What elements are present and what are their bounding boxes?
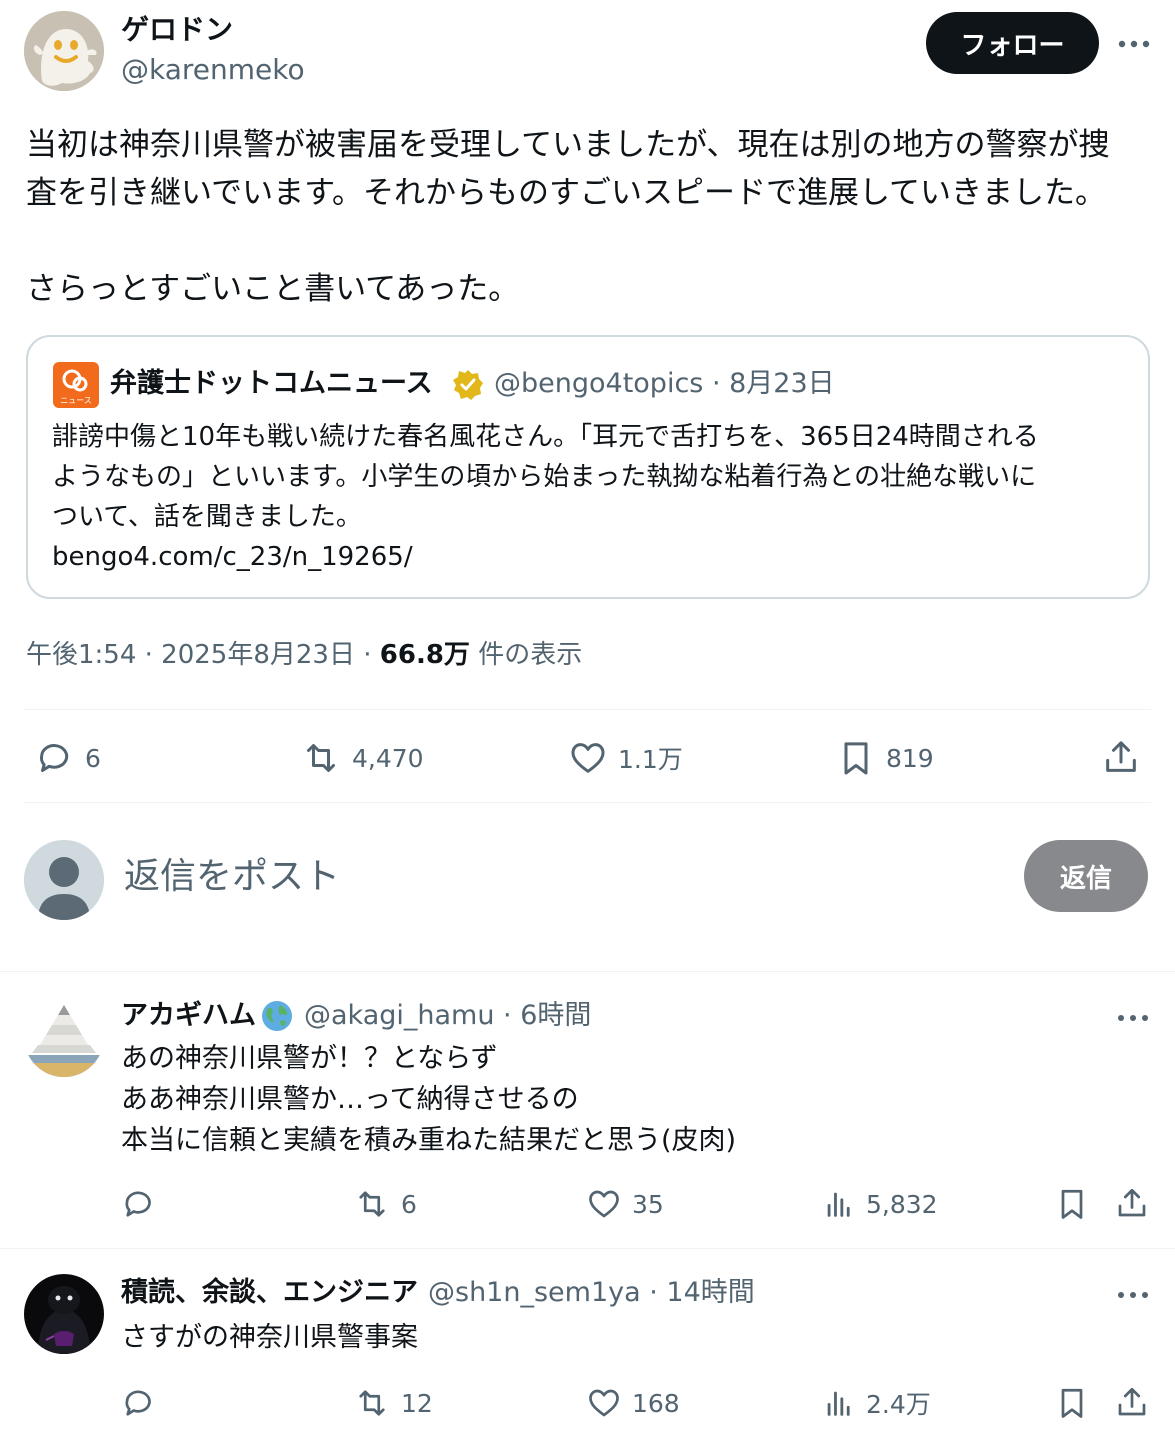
globe-emoji-icon [260, 999, 294, 1033]
quote-handle-date: @bengo4topics · 8月23日 [494, 368, 835, 399]
quote-avatar-caption: ニュース [60, 396, 92, 405]
views-icon [827, 1192, 850, 1217]
quote-author-name[interactable]: 弁護士ドットコムニュース [110, 367, 433, 401]
divider [24, 802, 1151, 803]
reply-author-name[interactable]: 積読、余談、エンジニア [121, 1276, 418, 1310]
repost-icon [359, 1191, 385, 1217]
views-count: 2.4万 [866, 1390, 931, 1419]
reply-tweet[interactable]: 積読、余談、エンジニア @sh1n_sem1ya · 14時間 さすがの神奈川県… [0, 1249, 1175, 1436]
repost-icon [359, 1390, 385, 1416]
reply-handle-time[interactable]: @akagi_hamu · 6時間 [304, 999, 591, 1033]
reply-avatar[interactable] [24, 997, 104, 1077]
more-icon[interactable] [1113, 1008, 1153, 1028]
reply-icon [40, 744, 69, 772]
more-icon[interactable] [1114, 34, 1154, 54]
timestamp-text[interactable]: 午後1:54 · 2025年8月23日 · [26, 640, 380, 670]
reply-icon [125, 1390, 151, 1416]
views-label: 件の表示 [469, 640, 583, 670]
author-name[interactable]: ゲロドン [121, 12, 233, 48]
repost-count: 6 [401, 1189, 417, 1219]
bookmark-count: 819 [886, 743, 934, 773]
repost-count: 4,470 [352, 743, 424, 773]
views-action[interactable]: 5,832 [822, 1186, 938, 1222]
author-avatar[interactable] [24, 11, 104, 91]
reply-count: 6 [85, 743, 101, 773]
share-icon[interactable] [1114, 1185, 1150, 1221]
share-icon[interactable] [1101, 737, 1141, 777]
reply-action[interactable] [121, 1385, 157, 1421]
repost-action[interactable]: 6 [353, 1186, 417, 1222]
divider [24, 709, 1151, 710]
repost-count: 12 [401, 1388, 433, 1418]
repost-icon [307, 744, 335, 772]
like-count: 35 [632, 1189, 664, 1219]
like-icon [589, 1389, 619, 1417]
share-icon[interactable] [1114, 1384, 1150, 1420]
views-count: 5,832 [866, 1189, 938, 1219]
author-handle[interactable]: @karenmeko [121, 52, 305, 88]
like-action[interactable]: 35 [586, 1186, 664, 1222]
quote-avatar[interactable]: ニュース [53, 362, 99, 408]
tweet-timestamp: 午後1:54 · 2025年8月23日 · 66.8万 件の表示 [26, 637, 582, 673]
bookmark-icon[interactable] [1054, 1385, 1090, 1421]
repost-action[interactable]: 12 [353, 1385, 433, 1421]
like-action[interactable]: 1.1万 [568, 738, 683, 778]
like-action[interactable]: 168 [586, 1385, 680, 1421]
bookmark-icon [844, 742, 868, 775]
bookmark-action[interactable]: 819 [836, 738, 934, 778]
my-avatar[interactable] [24, 840, 104, 920]
reply-icon [125, 1191, 151, 1217]
reply-tweet[interactable]: アカギハム @akagi_hamu · 6時間 あの神奈川県警が！？とならず あ… [0, 972, 1175, 1248]
repost-action[interactable]: 4,470 [300, 738, 424, 778]
reply-action[interactable] [121, 1186, 157, 1222]
reply-handle-time[interactable]: @sh1n_sem1ya · 14時間 [428, 1276, 755, 1310]
reply-header: アカギハム @akagi_hamu · 6時間 [121, 999, 591, 1033]
reply-action[interactable]: 6 [35, 738, 101, 778]
reply-input[interactable] [124, 848, 904, 904]
reply-text: さすがの神奈川県警事案 [121, 1322, 418, 1353]
tweet-text: 当初は神奈川県警が被害届を受理していましたが、現在は別の地方の警察が捜 査を引き… [26, 127, 1110, 307]
views-count: 66.8万 [379, 640, 470, 670]
like-icon [589, 1190, 619, 1218]
like-icon [571, 743, 605, 773]
verified-badge-icon [452, 369, 484, 401]
follow-button[interactable]: フォロー [926, 12, 1099, 74]
quote-tweet-card[interactable]: ニュース 弁護士ドットコムニュース @bengo4topics · 8月23日 … [26, 335, 1150, 599]
reply-text: あの神奈川県警が！？とならず ああ神奈川県警か…って納得させるの 本当に信頼と実… [121, 1043, 737, 1156]
reply-submit-button[interactable]: 返信 [1024, 840, 1148, 912]
bookmark-icon[interactable] [1054, 1186, 1090, 1222]
reply-avatar[interactable] [24, 1274, 104, 1354]
reply-author-name[interactable]: アカギハム [121, 999, 256, 1033]
like-count: 1.1万 [618, 745, 683, 774]
views-icon [827, 1391, 850, 1416]
quote-text: 誹謗中傷と10年も戦い続けた春名風花さん。「耳元で舌打ちを、365日24時間され… [52, 422, 1039, 572]
like-count: 168 [632, 1388, 680, 1418]
views-action[interactable]: 2.4万 [822, 1385, 931, 1421]
more-icon[interactable] [1113, 1285, 1153, 1305]
reply-header: 積読、余談、エンジニア @sh1n_sem1ya · 14時間 [121, 1276, 755, 1310]
